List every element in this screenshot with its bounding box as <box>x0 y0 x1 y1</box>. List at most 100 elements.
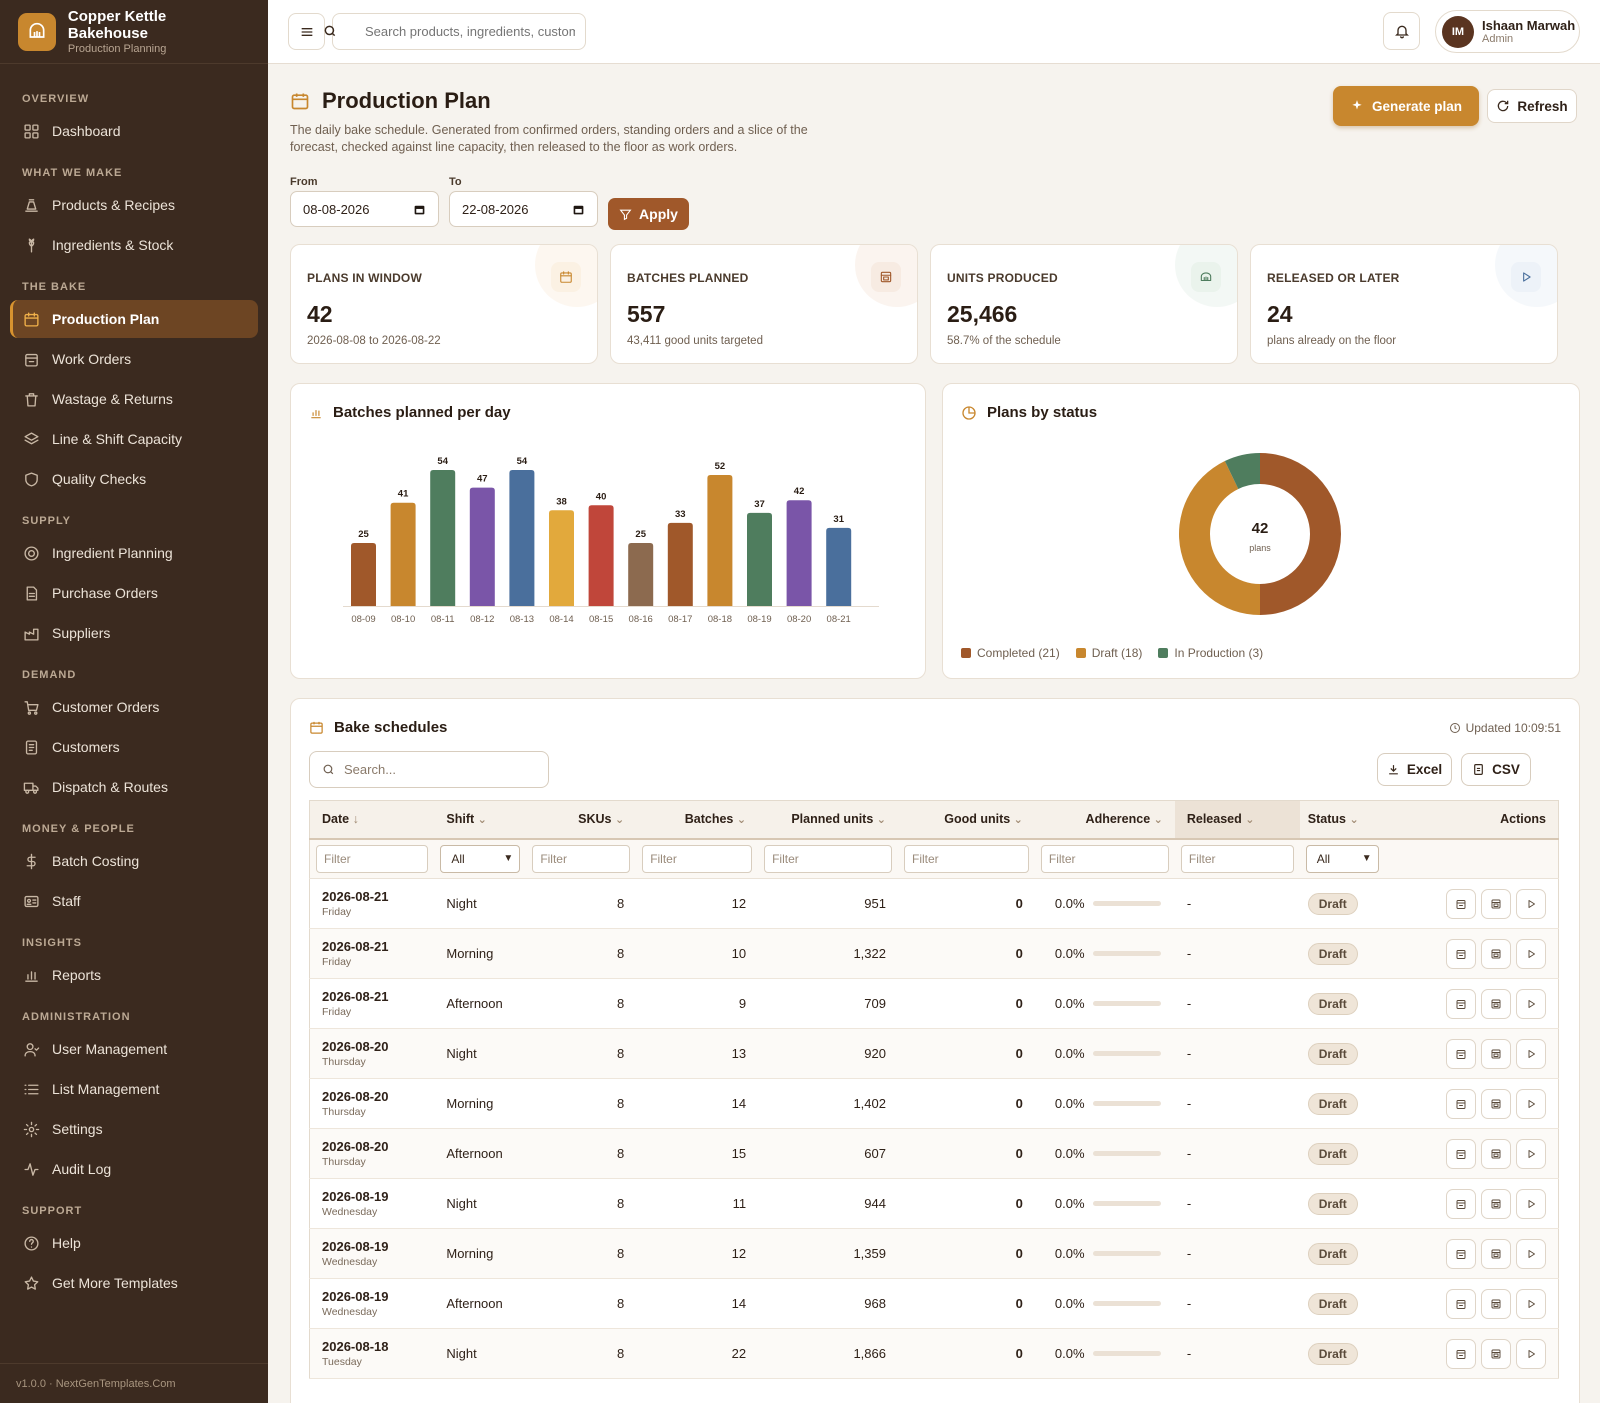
sidebar-item-help[interactable]: Help <box>10 1224 258 1262</box>
table-row[interactable]: 2026-08-19 Wednesday Night 8 11 944 0 0.0% - Draf… <box>309 1178 1559 1229</box>
table-row[interactable]: 2026-08-20 Thursday Afternoon 8 15 607 0 0.0% - D… <box>309 1128 1559 1179</box>
shift-filter-select[interactable]: All ▼ <box>440 844 521 873</box>
sidebar-item-get-more-templates[interactable]: Get More Templates <box>10 1264 258 1302</box>
release-button[interactable] <box>1516 1338 1546 1369</box>
generate-plan-button[interactable]: Generate plan <box>1333 86 1479 126</box>
release-button[interactable] <box>1516 1288 1546 1319</box>
sidebar-item-reports[interactable]: Reports <box>10 956 258 994</box>
work-order-button[interactable] <box>1481 1338 1511 1369</box>
view-button[interactable] <box>1446 1288 1476 1319</box>
sidebar-item-label: Purchase Orders <box>52 585 158 601</box>
good-filter-input[interactable]: Filter <box>904 844 1029 873</box>
sidebar-item-dashboard[interactable]: Dashboard <box>10 112 258 150</box>
view-button[interactable] <box>1446 1238 1476 1269</box>
view-button[interactable] <box>1446 1038 1476 1069</box>
sidebar-item-ingredients-stock[interactable]: Ingredients & Stock <box>10 226 258 264</box>
menu-toggle-button[interactable] <box>288 13 325 50</box>
from-date-value: 08-08-2026 <box>303 201 370 217</box>
work-order-button[interactable] <box>1481 1288 1511 1319</box>
col-good[interactable]: Good units ⌄ <box>898 800 1035 840</box>
status-filter-select[interactable]: All ▼ <box>1305 844 1379 873</box>
refresh-button[interactable]: Refresh <box>1487 89 1577 123</box>
col-batches[interactable]: Batches ⌄ <box>636 800 759 840</box>
sidebar-item-suppliers[interactable]: Suppliers <box>10 614 258 652</box>
export-excel-button[interactable]: Excel <box>1377 753 1452 786</box>
work-order-button[interactable] <box>1481 1038 1511 1069</box>
batches-filter-input[interactable]: Filter <box>642 844 753 873</box>
view-button[interactable] <box>1446 1338 1476 1369</box>
release-button[interactable] <box>1516 1138 1546 1169</box>
row-date: 2026-08-20 <box>322 1089 389 1104</box>
sidebar-item-customers[interactable]: Customers <box>10 728 258 766</box>
release-button[interactable] <box>1516 1238 1546 1269</box>
from-date-input[interactable]: 08-08-2026 <box>290 191 439 227</box>
table-row[interactable]: 2026-08-20 Thursday Night 8 13 920 0 0.0% - Draft <box>309 1028 1559 1079</box>
table-row[interactable]: 2026-08-18 Tuesday Night 8 22 1,866 0 0.0% - Draf… <box>309 1328 1559 1379</box>
sidebar-item-dispatch-routes[interactable]: Dispatch & Routes <box>10 768 258 806</box>
sidebar-item-work-orders[interactable]: Work Orders <box>10 340 258 378</box>
release-button[interactable] <box>1516 888 1546 919</box>
col-adherence[interactable]: Adherence ⌄ <box>1034 800 1175 840</box>
view-button[interactable] <box>1446 1088 1476 1119</box>
sidebar-item-quality-checks[interactable]: Quality Checks <box>10 460 258 498</box>
table-search-input[interactable]: Search... <box>309 751 549 788</box>
view-button[interactable] <box>1446 1138 1476 1169</box>
date-filter-input[interactable]: Filter <box>316 844 429 873</box>
sidebar-item-purchase-orders[interactable]: Purchase Orders <box>10 574 258 612</box>
view-button[interactable] <box>1446 1188 1476 1219</box>
sidebar-item-user-management[interactable]: User Management <box>10 1030 258 1068</box>
col-status[interactable]: Status ⌄ <box>1299 800 1385 840</box>
sidebar-item-staff[interactable]: Staff <box>10 882 258 920</box>
work-order-button[interactable] <box>1481 938 1511 969</box>
col-skus[interactable]: SKUs ⌄ <box>526 800 637 840</box>
skus-filter-input[interactable]: Filter <box>532 844 631 873</box>
col-shift[interactable]: Shift ⌄ <box>434 800 527 840</box>
apply-button[interactable]: Apply <box>608 198 689 230</box>
release-button[interactable] <box>1516 1188 1546 1219</box>
global-search-input[interactable] <box>365 24 575 39</box>
sidebar-item-production-plan[interactable]: Production Plan <box>10 300 258 338</box>
sidebar-item-batch-costing[interactable]: Batch Costing <box>10 842 258 880</box>
global-search[interactable] <box>324 13 586 50</box>
table-row[interactable]: 2026-08-19 Wednesday Afternoon 8 14 968 0 0.0% -… <box>309 1278 1559 1329</box>
release-button[interactable] <box>1516 1088 1546 1119</box>
work-order-button[interactable] <box>1481 1188 1511 1219</box>
view-button[interactable] <box>1446 938 1476 969</box>
view-button[interactable] <box>1446 888 1476 919</box>
col-date[interactable]: Date ↓ <box>309 800 435 840</box>
work-order-button[interactable] <box>1481 888 1511 919</box>
release-button[interactable] <box>1516 938 1546 969</box>
sidebar-item-list-management[interactable]: List Management <box>10 1070 258 1108</box>
table-row[interactable]: 2026-08-21 Friday Night 8 12 951 0 0.0% - Draft <box>309 878 1559 929</box>
planned-filter-input[interactable]: Filter <box>764 844 892 873</box>
work-order-button[interactable] <box>1481 1088 1511 1119</box>
table-row[interactable]: 2026-08-21 Friday Afternoon 8 9 709 0 0.0% - Draf… <box>309 978 1559 1029</box>
view-button[interactable] <box>1446 988 1476 1019</box>
sidebar-item-products-recipes[interactable]: Products & Recipes <box>10 186 258 224</box>
sidebar-item-audit-log[interactable]: Audit Log <box>10 1150 258 1188</box>
sidebar-item-customer-orders[interactable]: Customer Orders <box>10 688 258 726</box>
release-button[interactable] <box>1516 1038 1546 1069</box>
sidebar-item-settings[interactable]: Settings <box>10 1110 258 1148</box>
col-planned[interactable]: Planned units ⌄ <box>758 800 898 840</box>
table-row[interactable]: 2026-08-20 Thursday Morning 8 14 1,402 0 0.0% - D… <box>309 1078 1559 1129</box>
released-filter-input[interactable]: Filter <box>1180 844 1294 873</box>
brand[interactable]: Copper Kettle Bakehouse Production Plann… <box>0 0 268 64</box>
contacts-icon <box>22 738 40 756</box>
col-released[interactable]: Released ⌄ <box>1174 800 1300 840</box>
work-order-button[interactable] <box>1481 988 1511 1019</box>
to-date-input[interactable]: 22-08-2026 <box>449 191 598 227</box>
notifications-button[interactable] <box>1383 12 1420 50</box>
export-csv-button[interactable]: CSV <box>1461 753 1531 786</box>
table-row[interactable]: 2026-08-19 Wednesday Morning 8 12 1,359 0 0.0% -… <box>309 1228 1559 1279</box>
table-row[interactable]: 2026-08-21 Friday Morning 8 10 1,322 0 0.0% - Dra… <box>309 928 1559 979</box>
work-order-button[interactable] <box>1481 1138 1511 1169</box>
work-order-button[interactable] <box>1481 1238 1511 1269</box>
user-menu[interactable]: IM Ishaan Marwah Admin <box>1435 10 1580 53</box>
row-adherence: 0.0% <box>1054 1246 1085 1261</box>
sidebar-item-ingredient-planning[interactable]: Ingredient Planning <box>10 534 258 572</box>
adherence-filter-input[interactable]: Filter <box>1040 844 1169 873</box>
sidebar-item-line-shift-capacity[interactable]: Line & Shift Capacity <box>10 420 258 458</box>
release-button[interactable] <box>1516 988 1546 1019</box>
sidebar-item-wastage-returns[interactable]: Wastage & Returns <box>10 380 258 418</box>
